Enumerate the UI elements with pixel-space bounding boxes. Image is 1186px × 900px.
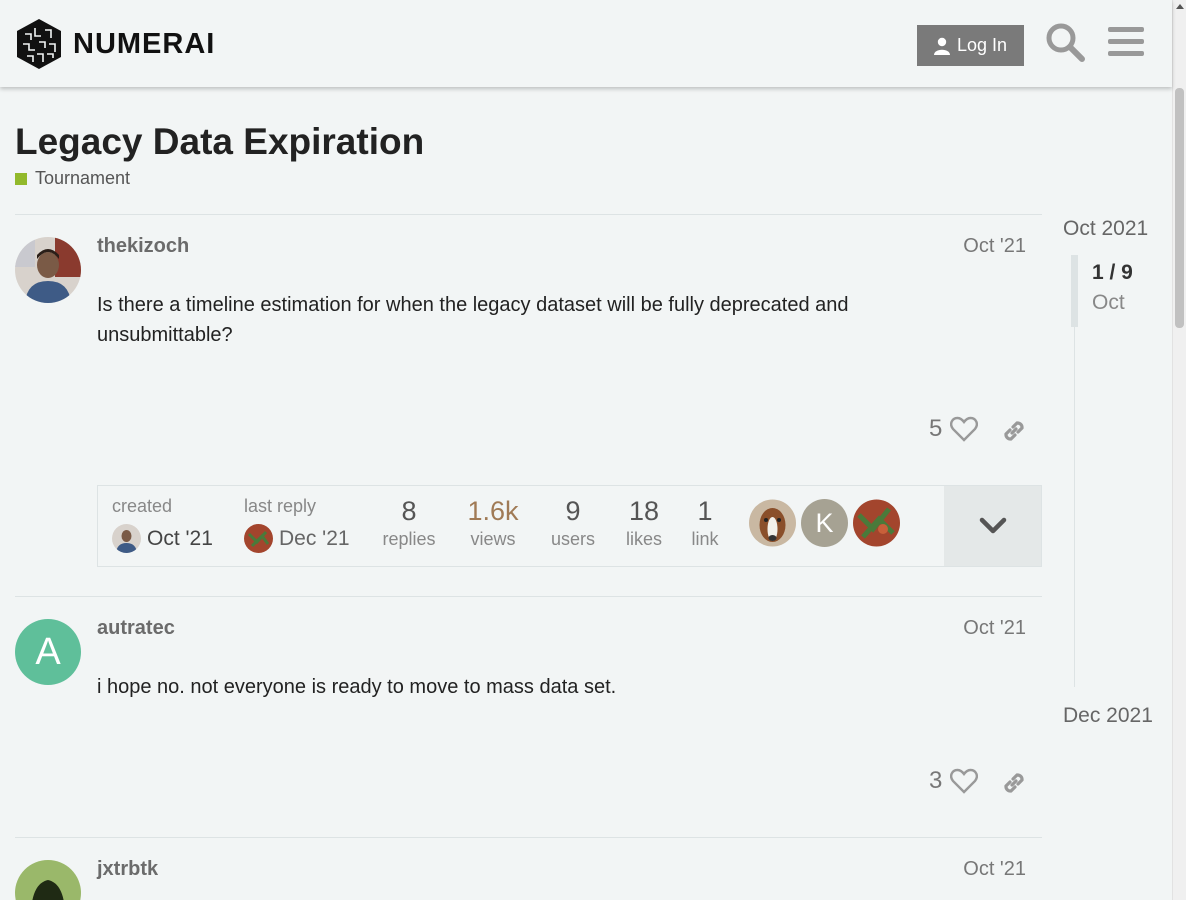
topic-map-expand-button[interactable] [944,486,1041,566]
scroll-thumb[interactable] [1175,88,1184,328]
replies-stat[interactable]: 8 replies [366,496,452,550]
stat-label: link [691,529,719,549]
login-button[interactable]: Log In [917,25,1024,66]
stat-number: 9 [565,496,581,526]
last-reply-date: Dec '21 [279,526,350,550]
category-badge[interactable]: Tournament [15,168,130,189]
chevron-down-icon [979,517,1006,534]
topic-map: created Oct '21 last reply Dec '21 8 rep… [97,485,1042,567]
site-logo[interactable]: NUMERAI [15,18,215,70]
views-stat: 1.6k views [452,496,534,550]
created-info[interactable]: created Oct '21 [112,496,213,553]
topic-title[interactable]: Legacy Data Expiration [15,121,424,163]
stat-label: views [470,529,516,549]
timeline-position: 1 / 9 [1092,261,1133,284]
stat-number: 1 [697,496,713,526]
post-username[interactable]: thekizoch [97,235,189,258]
link-icon[interactable] [1000,417,1028,445]
last-replier-avatar-icon [244,524,273,553]
page-scrollbar[interactable] [1172,0,1186,900]
stat-number: 18 [628,496,660,526]
post-date[interactable]: Oct '21 [963,235,1026,258]
post: jxtrbtk Oct '21 [15,837,1042,900]
users-stat: 9 users [538,496,608,550]
post-body: i hope no. not everyone is ready to move… [97,676,617,698]
search-button[interactable] [1043,20,1087,64]
post-body: Is there a timeline estimation for when … [97,294,849,346]
category-color-swatch [15,172,27,185]
creator-avatar-icon [112,524,141,553]
like-count: 3 [929,767,943,794]
created-label: created [112,496,173,516]
links-stat[interactable]: 1 link [680,496,730,550]
timeline-end-date[interactable]: Dec 2021 [1063,704,1153,728]
hamburger-icon [1108,27,1144,56]
post-date[interactable]: Oct '21 [963,858,1026,881]
like-count: 5 [929,415,943,442]
menu-button[interactable] [1104,20,1148,64]
post-username[interactable]: jxtrbtk [97,858,158,881]
avatar[interactable] [15,860,81,900]
timeline-handle[interactable] [1071,255,1078,327]
user-photo-avatar-icon [15,860,81,900]
user-photo-avatar-icon [15,237,81,303]
timeline-start-date[interactable]: Oct 2021 [1063,217,1148,241]
user-icon [933,37,950,55]
heart-icon [950,768,979,794]
stat-label: replies [382,529,436,549]
stat-number: 8 [401,496,417,526]
post-username[interactable]: autratec [97,617,175,640]
stat-label: likes [625,529,662,549]
avatar[interactable] [15,237,81,303]
search-icon [1046,23,1085,62]
avatar[interactable]: A [15,619,81,685]
stat-number: 1.6k [467,496,519,526]
timeline-position-date: Oct [1092,291,1125,314]
like-button[interactable]: 5 [929,415,979,443]
participant-avatar[interactable]: K [801,499,848,547]
link-icon[interactable] [1000,769,1028,797]
post-date[interactable]: Oct '21 [963,617,1026,640]
brand-name: NUMERAI [73,27,216,60]
numerai-logo-icon [17,19,61,69]
created-date: Oct '21 [147,526,213,550]
likes-stat: 18 likes [612,496,676,550]
like-button[interactable]: 3 [929,767,979,795]
last-reply-info[interactable]: last reply Dec '21 [244,496,350,553]
post: A autratec Oct '21 i hope no. not everyo… [15,596,1042,837]
site-header: NUMERAI Log In [0,0,1172,87]
last-reply-label: last reply [244,496,317,516]
login-label: Log In [956,35,1008,55]
heart-icon [950,416,979,442]
category-label: Tournament [35,168,131,188]
scroll-up-arrow-icon[interactable] [1176,4,1184,9]
stat-label: users [550,529,595,549]
participant-avatar[interactable] [853,499,900,547]
participant-avatar[interactable] [749,499,796,547]
